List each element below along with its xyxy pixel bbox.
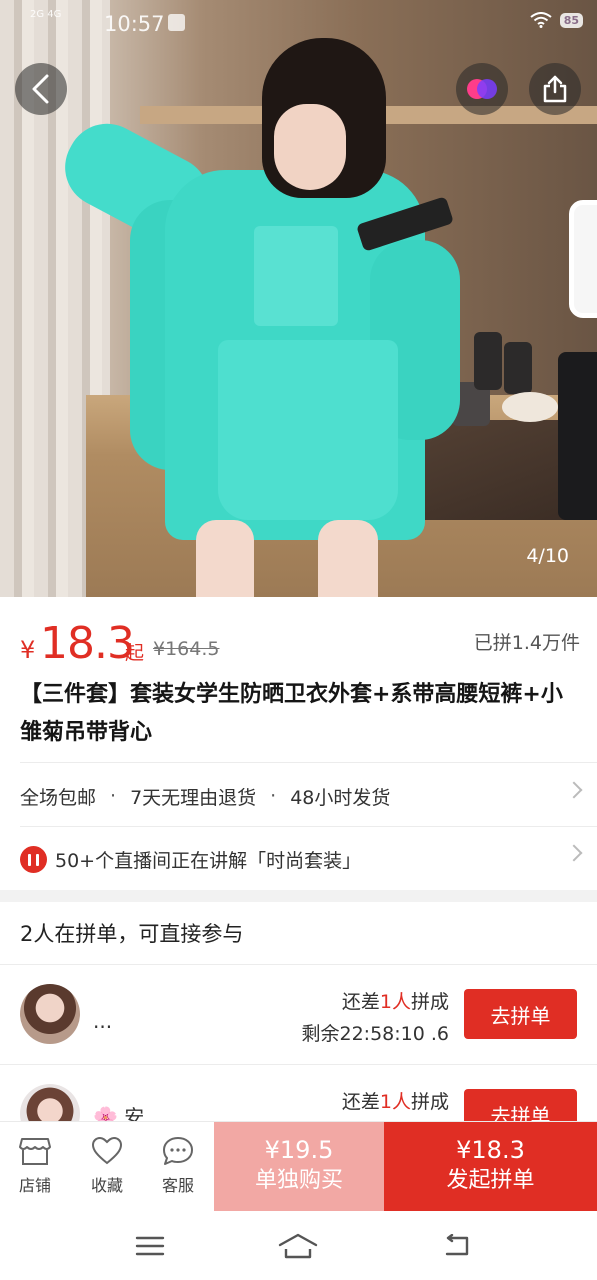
need-text: 还差1人拼成 [341, 991, 449, 1013]
wifi-icon [530, 12, 552, 28]
group-price: 18.3 [40, 618, 135, 669]
original-price: ¥164.5 [153, 638, 220, 660]
join-group-button[interactable]: 去拼单 [464, 1089, 577, 1121]
home-icon [278, 1233, 318, 1259]
live-stream-text: 50+个直播间正在讲解「时尚套装」 [55, 849, 362, 872]
service-button[interactable]: 客服 [148, 1136, 208, 1196]
brand-button[interactable] [456, 63, 508, 115]
chevron-right-icon [565, 781, 583, 799]
bottom-action-bar: 店铺 收藏 客服 ¥19.5 单独购买 ¥18.3 发起拼单 [0, 1121, 597, 1212]
system-nav-bar [0, 1211, 597, 1280]
dish [502, 392, 558, 422]
share-button[interactable] [529, 63, 581, 115]
heart-icon [91, 1136, 123, 1165]
live-stream-row[interactable]: 50+个直播间正在讲解「时尚套装」 [20, 841, 583, 877]
menu-icon [135, 1236, 165, 1256]
avatar [20, 984, 80, 1044]
group-buy-heading: 2人在拼单，可直接参与 [20, 922, 244, 946]
back-icon [32, 74, 49, 104]
favorite-button[interactable]: 收藏 [77, 1136, 137, 1196]
join-group-button[interactable]: 去拼单 [464, 989, 577, 1039]
price-suffix: 起 [125, 642, 145, 664]
live-icon [20, 845, 47, 873]
brand-logo-icon [467, 79, 497, 99]
user-name: 🌸 安 [93, 1105, 145, 1121]
return-icon [445, 1234, 469, 1256]
chevron-right-icon [565, 844, 583, 862]
solo-price: ¥19.5 [264, 1136, 334, 1164]
notification-icon [168, 14, 185, 31]
menu-button[interactable] [130, 1231, 170, 1261]
status-bar: 2G 4G 10:57 85 [0, 0, 597, 46]
product-title: 【三件套】套装女学生防晒卫衣外套+系带高腰短裤+小雏菊吊带背心 [20, 682, 563, 745]
service-promises[interactable]: 全场包邮 · 7天无理由退货 · 48小时发货 [20, 778, 583, 814]
shorts [218, 340, 398, 520]
store-button[interactable]: 店铺 [5, 1136, 65, 1196]
share-icon [543, 75, 567, 103]
jar [474, 332, 502, 390]
image-counter: 4/10 [526, 545, 569, 567]
price-row: ¥ 18.3 起 ¥164.5 已拼1.4万件 [20, 620, 580, 670]
solo-label: 单独购买 [254, 1168, 343, 1193]
group-buy-row: ... 还差1人拼成 剩余22:58:10 .6 去拼单 [0, 965, 597, 1065]
return-button[interactable] [436, 1231, 476, 1261]
separator: · [270, 785, 277, 807]
leg [318, 520, 378, 597]
battery-indicator: 85 [559, 12, 583, 28]
time-remaining: 剩余22:58:10 .6 [301, 1023, 449, 1045]
divider [20, 826, 597, 827]
avatar [20, 1084, 80, 1121]
side-panel-tab[interactable] [569, 200, 597, 318]
store-icon [19, 1138, 51, 1165]
service-label: 客服 [161, 1176, 194, 1195]
coffee-machine [558, 352, 597, 520]
buy-alone-button[interactable]: ¥19.5 单独购买 [214, 1122, 384, 1212]
status-right-group: 85 [530, 12, 583, 28]
jar [504, 342, 532, 394]
leg [196, 520, 254, 597]
need-text: 还差1人拼成 [341, 1091, 449, 1113]
promise-ship-time: 48小时发货 [290, 786, 391, 809]
divider [20, 762, 597, 763]
start-group-button[interactable]: ¥18.3 发起拼单 [384, 1122, 597, 1212]
promise-free-shipping: 全场包邮 [20, 786, 97, 809]
separator: · [110, 785, 117, 807]
user-name: ... [93, 1009, 113, 1033]
chat-icon [163, 1137, 193, 1165]
clock: 10:57 [104, 12, 165, 36]
home-button[interactable] [278, 1231, 318, 1261]
store-label: 店铺 [18, 1176, 51, 1195]
favorite-label: 收藏 [90, 1176, 123, 1195]
back-button[interactable] [15, 63, 67, 115]
network-indicator: 2G 4G [30, 9, 62, 20]
group-button-price: ¥18.3 [456, 1136, 525, 1164]
promise-return: 7天无理由退货 [130, 786, 257, 809]
sold-count: 已拼1.4万件 [473, 632, 580, 654]
camisole [254, 226, 338, 326]
group-button-label: 发起拼单 [446, 1168, 535, 1193]
section-gap [0, 890, 597, 902]
face [274, 104, 346, 190]
currency-symbol: ¥ [20, 636, 36, 664]
group-buy-row: 🌸 安 还差1人拼成 去拼单 [0, 1065, 597, 1121]
